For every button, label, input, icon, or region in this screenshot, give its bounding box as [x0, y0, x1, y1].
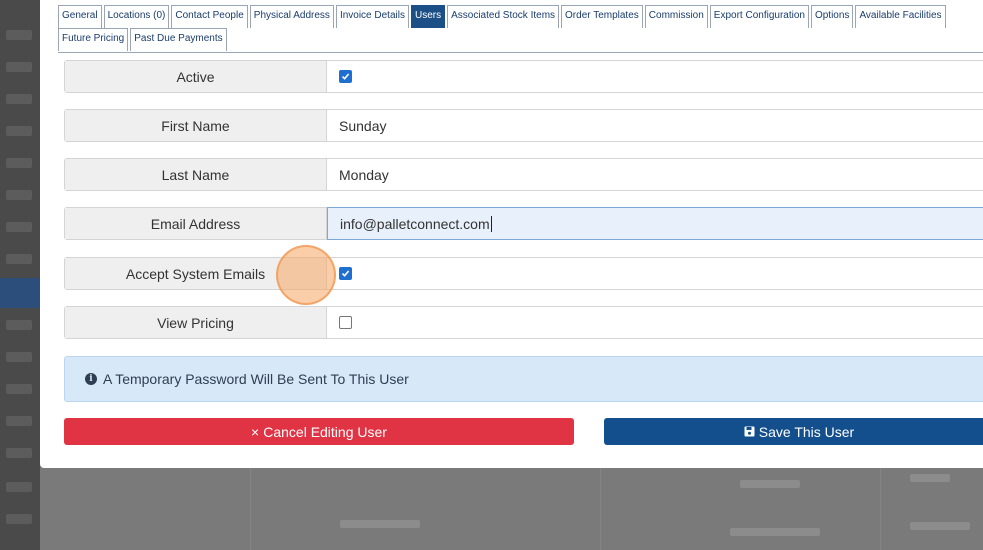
view-pricing-label: View Pricing: [65, 307, 327, 338]
cancel-button-label: Cancel Editing User: [263, 423, 387, 440]
close-icon: ×: [251, 423, 260, 440]
email-input[interactable]: info@palletconnect.com: [327, 207, 983, 240]
info-circle-icon: i: [85, 373, 97, 385]
first-name-label: First Name: [65, 110, 327, 141]
tab-locations-0[interactable]: Locations (0): [103, 5, 170, 28]
tab-past-due-payments[interactable]: Past Due Payments: [130, 28, 227, 51]
tab-users[interactable]: Users: [410, 5, 446, 28]
last-name-input[interactable]: Monday: [327, 159, 983, 190]
accept-emails-checkbox[interactable]: [339, 267, 352, 280]
tab-export-configuration[interactable]: Export Configuration: [709, 5, 809, 28]
info-alert-text: A Temporary Password Will Be Sent To Thi…: [103, 371, 409, 387]
floppy-disk-icon: [744, 426, 755, 437]
info-alert: i A Temporary Password Will Be Sent To T…: [64, 356, 983, 402]
email-label: Email Address: [65, 208, 327, 239]
tab-bar: General Locations (0) Contact People Physic…: [58, 5, 983, 51]
tab-row-secondary: Future Pricing Past Due Payments: [58, 28, 983, 51]
click-indicator: [276, 245, 336, 305]
tab-commission[interactable]: Commission: [644, 5, 708, 28]
first-name-input[interactable]: Sunday: [327, 110, 983, 141]
save-button-label: Save This User: [758, 423, 855, 440]
tab-order-templates[interactable]: Order Templates: [561, 5, 643, 28]
text-cursor: [490, 215, 492, 232]
last-name-label: Last Name: [65, 159, 327, 190]
tab-general[interactable]: General: [58, 5, 102, 28]
last-name-row: Last Name Monday: [64, 158, 983, 191]
accept-emails-row: Accept System Emails: [64, 257, 983, 290]
background-table: [40, 468, 983, 550]
email-row: Email Address info@palletconnect.com: [64, 207, 983, 240]
background-sidebar: [0, 0, 40, 550]
email-input-text: info@palletconnect.com: [340, 215, 490, 232]
tab-row-primary: General Locations (0) Contact People Physic…: [58, 5, 983, 28]
tab-associated-stock-items[interactable]: Associated Stock Items: [447, 5, 560, 28]
tab-available-facilities[interactable]: Available Facilities: [855, 5, 946, 28]
active-row: Active: [64, 60, 983, 93]
tab-contact-people[interactable]: Contact People: [171, 5, 248, 28]
edit-user-modal: General Locations (0) Contact People Physic…: [40, 0, 983, 468]
active-label: Active: [65, 61, 327, 92]
tab-physical-address[interactable]: Physical Address: [249, 5, 334, 28]
active-checkbox[interactable]: [339, 70, 352, 83]
tab-divider: [58, 52, 983, 53]
tab-future-pricing[interactable]: Future Pricing: [58, 28, 129, 51]
view-pricing-checkbox[interactable]: [339, 316, 352, 329]
tab-invoice-details[interactable]: Invoice Details: [335, 5, 409, 28]
cancel-editing-button[interactable]: × Cancel Editing User: [64, 418, 574, 445]
view-pricing-row: View Pricing: [64, 306, 983, 339]
save-user-button[interactable]: Save This User: [604, 418, 983, 445]
tab-options[interactable]: Options: [810, 5, 854, 28]
first-name-row: First Name Sunday: [64, 109, 983, 142]
